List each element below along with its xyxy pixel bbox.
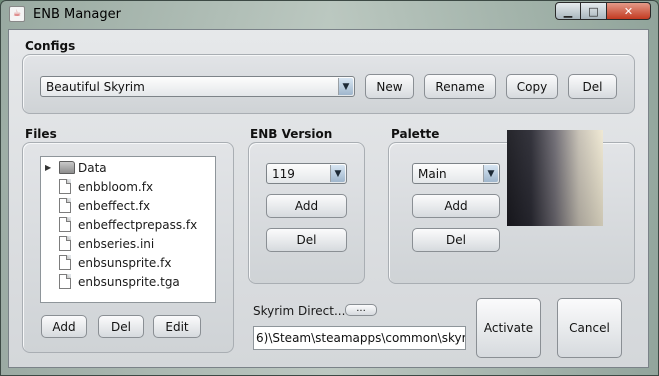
add-enb-version-button[interactable]: Add [266,194,347,218]
folder-icon [59,161,75,174]
config-select-value: Beautiful Skyrim [46,80,145,94]
tree-file-label: enbseries.ini [78,237,155,251]
tree-file-label: enbeffect.fx [78,199,151,213]
del-file-button[interactable]: Del [98,315,144,338]
activate-button[interactable]: Activate [476,298,541,358]
config-select[interactable]: Beautiful Skyrim ▼ [40,76,355,97]
tree-file-label: enbsunsprite.tga [78,275,180,289]
expand-arrow-icon[interactable]: ▶ [45,163,51,172]
add-palette-button[interactable]: Add [412,194,500,218]
file-icon [59,236,71,251]
rename-config-button[interactable]: Rename [424,74,496,99]
enb-version-label: ENB Version [250,127,333,141]
del-enb-version-button[interactable]: Del [266,228,347,252]
tree-file-label: enbbloom.fx [78,180,154,194]
tree-file-item[interactable]: enbeffectprepass.fx [41,216,215,235]
palette-preview-image [507,130,603,226]
tree-file-item[interactable]: enbseries.ini [41,235,215,254]
configs-label: Configs [25,39,76,53]
file-icon [59,274,71,289]
close-button[interactable]: ✕ [607,2,651,20]
window-title: ENB Manager [33,7,121,22]
chevron-down-icon[interactable]: ▼ [483,165,498,182]
tree-file-item[interactable]: enbbloom.fx [41,178,215,197]
tree-file-item[interactable]: enbsunsprite.fx [41,254,215,273]
file-icon [59,179,71,194]
tree-node-data[interactable]: ▶ Data [41,159,215,178]
enb-version-select[interactable]: 119 ▼ [266,163,347,184]
window-controls: ▁ □ ✕ [555,2,651,20]
skyrim-directory-label: Skyrim Direct... [253,304,346,318]
palette-value: Main [418,167,447,181]
browse-directory-button[interactable]: ... [345,304,377,316]
copy-config-button[interactable]: Copy [506,74,558,99]
title-bar[interactable]: ☕ ENB Manager ▁ □ ✕ [1,1,658,29]
java-cup-icon: ☕ [9,6,25,22]
file-icon [59,255,71,270]
tree-file-label: enbsunsprite.fx [78,256,172,270]
files-label: Files [25,127,57,141]
skyrim-directory-field[interactable]: 6)\Steam\steamapps\common\skyrim [253,326,466,350]
chevron-down-icon[interactable]: ▼ [330,165,345,182]
enb-version-value: 119 [272,167,295,181]
tree-file-label: enbeffectprepass.fx [78,218,198,232]
file-icon [59,217,71,232]
del-config-button[interactable]: Del [568,74,617,99]
tree-node-label: Data [78,161,107,175]
files-tree[interactable]: ▶ Data enbbloom.fx enbeffect.fx enbeffec… [40,156,216,303]
palette-label: Palette [391,127,440,141]
tree-file-item[interactable]: enbeffect.fx [41,197,215,216]
edit-file-button[interactable]: Edit [153,315,201,338]
cancel-button[interactable]: Cancel [557,298,622,358]
del-palette-button[interactable]: Del [412,228,500,252]
chevron-down-icon[interactable]: ▼ [338,78,353,95]
tree-file-item[interactable]: enbsunsprite.tga [41,273,215,292]
add-file-button[interactable]: Add [41,315,87,338]
maximize-button[interactable]: □ [581,2,607,20]
palette-select[interactable]: Main ▼ [412,163,500,184]
minimize-button[interactable]: ▁ [555,2,581,20]
new-config-button[interactable]: New [365,74,414,99]
file-icon [59,198,71,213]
